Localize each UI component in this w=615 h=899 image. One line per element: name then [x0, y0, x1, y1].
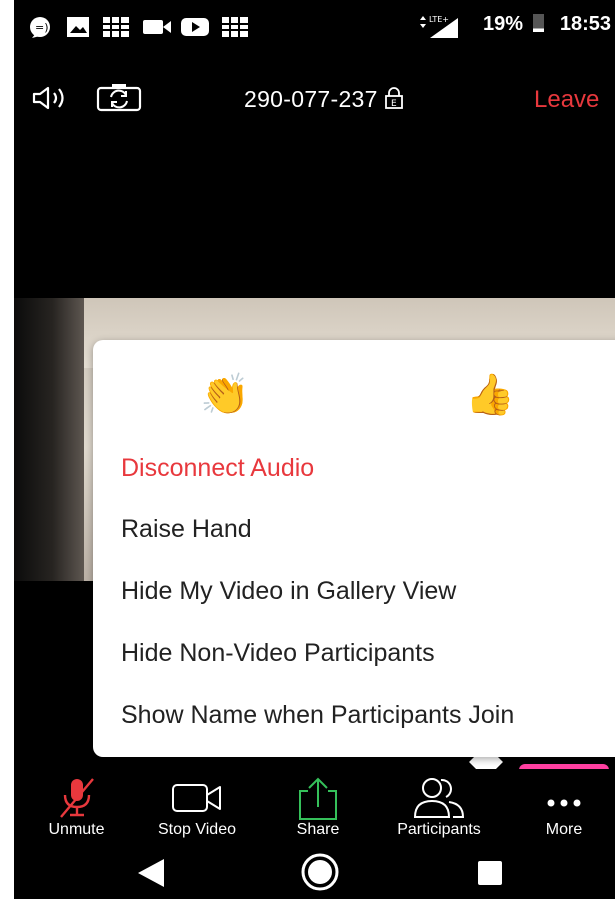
meeting-top-bar: 290-077-237 E Leave — [14, 72, 615, 122]
android-nav-bar — [14, 849, 615, 899]
muted-mic-icon — [59, 778, 94, 818]
network-type: LTE+ — [429, 15, 449, 24]
more-button[interactable]: More — [529, 769, 599, 849]
more-dots-icon — [547, 799, 581, 807]
clock: 18:53 — [559, 13, 611, 35]
share-button[interactable]: Share — [278, 769, 358, 849]
show-name-item[interactable]: Show Name when Participants Join — [121, 701, 514, 730]
meeting-toolbar: Unmute Stop Video Share Participants Mor… — [14, 769, 615, 849]
unmute-label: Unmute — [48, 821, 105, 838]
unmute-button[interactable]: Unmute — [34, 769, 119, 849]
chat-icon: =) — [30, 17, 50, 38]
participants-button[interactable]: Participants — [384, 769, 494, 849]
hide-non-video-item[interactable]: Hide Non-Video Participants — [121, 639, 435, 668]
home-icon[interactable] — [300, 852, 340, 892]
more-menu: 👏 👍 Disconnect Audio Raise Hand Hide My … — [93, 340, 615, 757]
grid-icon — [103, 17, 129, 37]
recents-icon[interactable] — [476, 859, 504, 887]
video-foreground — [14, 298, 84, 581]
battery-icon — [532, 14, 544, 32]
svg-text:=): =) — [35, 21, 49, 34]
hide-my-video-item[interactable]: Hide My Video in Gallery View — [121, 577, 456, 606]
grid-icon — [222, 17, 248, 37]
raise-hand-item[interactable]: Raise Hand — [121, 515, 252, 544]
phone-screen: =) LTE+ 19% 18:53 290-077-237 E Leave 👏 … — [14, 0, 615, 899]
battery-percent: 19% — [483, 13, 524, 35]
meeting-id: 290-077-237 — [244, 86, 378, 112]
participants-label: Participants — [397, 821, 481, 838]
switch-camera-icon[interactable] — [96, 82, 142, 112]
more-label: More — [545, 821, 583, 838]
leave-button[interactable]: Leave — [534, 86, 599, 114]
back-icon[interactable] — [136, 857, 168, 889]
clap-reaction-button[interactable]: 👏 — [200, 372, 250, 418]
speaker-icon[interactable] — [32, 84, 72, 112]
share-icon — [299, 777, 337, 820]
signal-icon: LTE+ — [420, 15, 458, 38]
encryption-lock-icon[interactable]: E — [384, 87, 404, 109]
status-bar: =) LTE+ 19% 18:53 — [14, 0, 615, 52]
stop-video-button[interactable]: Stop Video — [147, 769, 247, 849]
image-icon — [67, 17, 89, 37]
youtube-icon — [181, 18, 209, 36]
thumbs-up-reaction-button[interactable]: 👍 — [465, 372, 515, 418]
video-camera-icon — [172, 784, 221, 812]
stop-video-label: Stop Video — [158, 821, 236, 838]
video-icon — [143, 20, 171, 34]
participants-icon — [413, 778, 465, 818]
share-label: Share — [296, 821, 340, 838]
svg-text:E: E — [391, 99, 397, 109]
disconnect-audio-item[interactable]: Disconnect Audio — [121, 454, 314, 483]
